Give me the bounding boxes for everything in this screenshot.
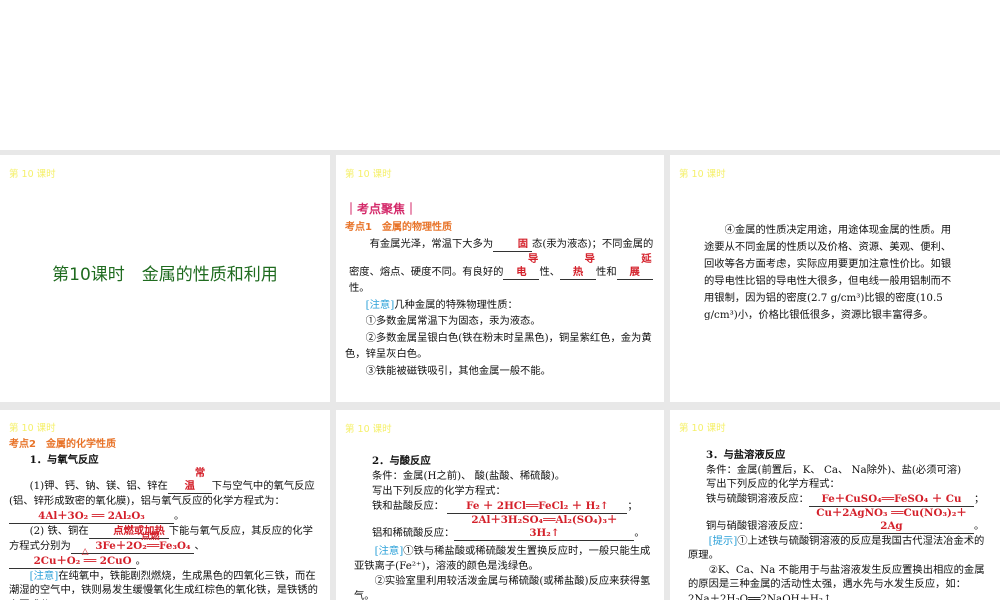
paragraph: (1)钾、钙、钠、镁、铝、锌在常温 下与空气中的氧气反应(铝、锌形成致密的氧化膜)… bbox=[9, 467, 320, 509]
note-label: [注意] bbox=[374, 545, 404, 557]
slide-3[interactable]: 第 10 课时 ④金属的性质决定用途，用途体现金属的性质。用途要从不同金属的性质… bbox=[670, 155, 1000, 402]
note-label: [注意] bbox=[29, 569, 59, 582]
equation-line: 4Al＋3O₂ ══ 2Al₂O₃。 bbox=[9, 509, 320, 524]
equation-text: 2Na＋2H₂O══2NaOH＋H₂↑ bbox=[688, 592, 832, 600]
reaction-label: 铁与硫酸铜溶液反应： bbox=[706, 492, 809, 505]
reaction-label: 铁和盐酸反应： bbox=[372, 500, 445, 512]
text: 几种金属的特殊物理性质： bbox=[394, 298, 518, 311]
note-item: ③铁能被磁铁吸引，其他金属一般不能。 bbox=[365, 364, 551, 377]
lesson-tag: 第 10 课时 bbox=[9, 169, 56, 180]
answer: 固 bbox=[493, 238, 533, 252]
reaction-line: 铜与硝酸银溶液反应：Cu＋2AgNO₃ ══Cu(NO₃)₂＋2Ag。 bbox=[706, 506, 985, 534]
note-item: ②多数金属呈银白色(铁在粉末时呈黑色)，铜呈紫红色，金为黄色，锌呈灰白色。 bbox=[345, 331, 652, 361]
note: [提示]①上述铁与硫酸铜溶液的反应是我国古代湿法冶金术的原理。 bbox=[688, 534, 990, 563]
answer: 导热 bbox=[560, 253, 597, 280]
slide-title: 第10课时 金属的性质和利用 bbox=[52, 265, 278, 285]
equation: 点燃 3Fe＋2O₂══Fe₃O₄ bbox=[70, 532, 195, 554]
note-item: ②实验室里利用较活泼金属与稀硫酸(或稀盐酸)反应来获得氢气。 bbox=[354, 575, 651, 600]
equation: 2Al＋3H₂SO₄══Al₂(SO₄)₃＋3H₂↑ bbox=[454, 514, 635, 541]
subheading: 3．与盐溶液反应 bbox=[706, 449, 786, 461]
note: [注意]①铁与稀盐酸或稀硫酸发生置换反应时，一般只能生成亚铁离子(Fe²⁺)，溶… bbox=[354, 544, 654, 574]
note-item: ②K、Ca、Na 不能用于与盐溶液发生反应置换出相应的金属的原因是三种金属的活动… bbox=[688, 563, 985, 591]
equation: Cu＋2AgNO₃ ══Cu(NO₃)₂＋2Ag bbox=[808, 507, 974, 534]
reaction-line: 铝和稀硫酸反应：2Al＋3H₂SO₄══Al₂(SO₄)₃＋3H₂↑。 bbox=[372, 514, 645, 541]
equation: Fe＋CuSO₄══FeSO₄ ＋ Cu bbox=[808, 493, 974, 507]
lesson-tag: 第 10 课时 bbox=[679, 169, 726, 180]
reaction-label: 铜与硝酸银溶液反应： bbox=[706, 519, 809, 532]
text: 有金属光泽，常温下大多为 bbox=[369, 238, 494, 250]
slide-6[interactable]: 第 10 课时 3．与盐溶液反应 条件：金属(前置后，K、 Ca、 Na除外)、… bbox=[670, 410, 1000, 600]
note-item: ①多数金属常温下为固态，汞为液态。 bbox=[365, 315, 541, 327]
lesson-tag: 第 10 课时 bbox=[345, 424, 392, 435]
paragraph: ④金属的性质决定用途，用途体现金属的性质。用途要从不同金属的性质以及价格、资源、… bbox=[704, 224, 952, 321]
slide-4[interactable]: 第 10 课时 考点2 金属的化学性质 1．与氧气反应 (1)钾、钙、钠、镁、铝… bbox=[0, 410, 330, 600]
paragraph: (2) 铁、铜在 点燃或加热 下能与氧气反应，其反应的化学方程式分别为 点燃 3Fe＋2… bbox=[9, 524, 313, 569]
text: 性和 bbox=[596, 265, 617, 278]
note: [注意]在纯氧中，铁能剧烈燃烧，生成黑色的四氧化三铁，而在潮湿的空气中，铁则易发… bbox=[9, 569, 320, 600]
answer: 导电 bbox=[503, 253, 540, 280]
text: (1)钾、钙、钠、镁、铝、锌在 bbox=[29, 480, 168, 492]
reaction-line: 铁和盐酸反应： Fe ＋ 2HCl══FeCl₂ ＋ H₂↑； bbox=[372, 500, 638, 514]
reaction-line: 铁与硫酸铜溶液反应： Fe＋CuSO₄══FeSO₄ ＋ Cu； bbox=[706, 492, 985, 507]
instruction: 写出下列反应的化学方程式： bbox=[372, 485, 506, 497]
note-label: [注意] bbox=[365, 298, 395, 311]
answer: 延展 bbox=[616, 253, 653, 280]
lesson-tag: 第 10 课时 bbox=[345, 169, 392, 180]
focus-heading: ｜考点聚焦｜ bbox=[345, 202, 418, 216]
lesson-tag: 第 10 课时 bbox=[9, 423, 56, 434]
answer: 常温 bbox=[167, 467, 212, 494]
note-label: [提示] bbox=[708, 534, 738, 547]
section-heading: 考点1 金属的物理性质 bbox=[345, 221, 452, 233]
text: 性。 bbox=[349, 282, 370, 294]
slide-5[interactable]: 第 10 课时 2．与酸反应 条件：金属(H之前)、 酸(盐酸、稀硫酸)。 写出… bbox=[336, 410, 664, 600]
condition-text: 条件：金属(前置后，K、 Ca、 Na除外)、盐(必须可溶) bbox=[706, 463, 962, 476]
subheading: 2．与酸反应 bbox=[372, 455, 431, 467]
instruction: 写出下列反应的化学方程式： bbox=[706, 478, 840, 490]
note: [注意]几种金属的特殊物理性质： bbox=[345, 297, 654, 314]
equation: 4Al＋3O₂ ══ 2Al₂O₃ bbox=[9, 510, 174, 524]
slide-2[interactable]: 第 10 课时 ｜考点聚焦｜ 考点1 金属的物理性质 有金属光泽，常温下大多为固… bbox=[336, 155, 664, 402]
section-heading: 考点2 金属的化学性质 bbox=[9, 439, 116, 450]
condition: △ bbox=[81, 546, 89, 557]
condition: 点燃 bbox=[141, 531, 160, 542]
equation: △ 2Cu＋O₂ ══ 2CuO bbox=[9, 547, 136, 569]
reaction-label: 铝和稀硫酸反应： bbox=[372, 527, 455, 539]
paragraph: 有金属光泽，常温下大多为固态(汞为液态)；不同金属的密度、熔点、硬度不同。有良好… bbox=[345, 236, 654, 297]
subheading: 1．与氧气反应 bbox=[29, 453, 99, 466]
text: 性、 bbox=[539, 265, 561, 278]
lesson-tag: 第 10 课时 bbox=[679, 423, 726, 434]
text: (2) 铁、铜在 bbox=[29, 524, 89, 537]
equation: Fe ＋ 2HCl══FeCl₂ ＋ H₂↑ bbox=[447, 500, 628, 514]
condition-text: 条件：金属(H之前)、 酸(盐酸、稀硫酸)。 bbox=[372, 470, 566, 482]
slide-1[interactable]: 第 10 课时 第10课时 金属的性质和利用 bbox=[0, 155, 330, 402]
